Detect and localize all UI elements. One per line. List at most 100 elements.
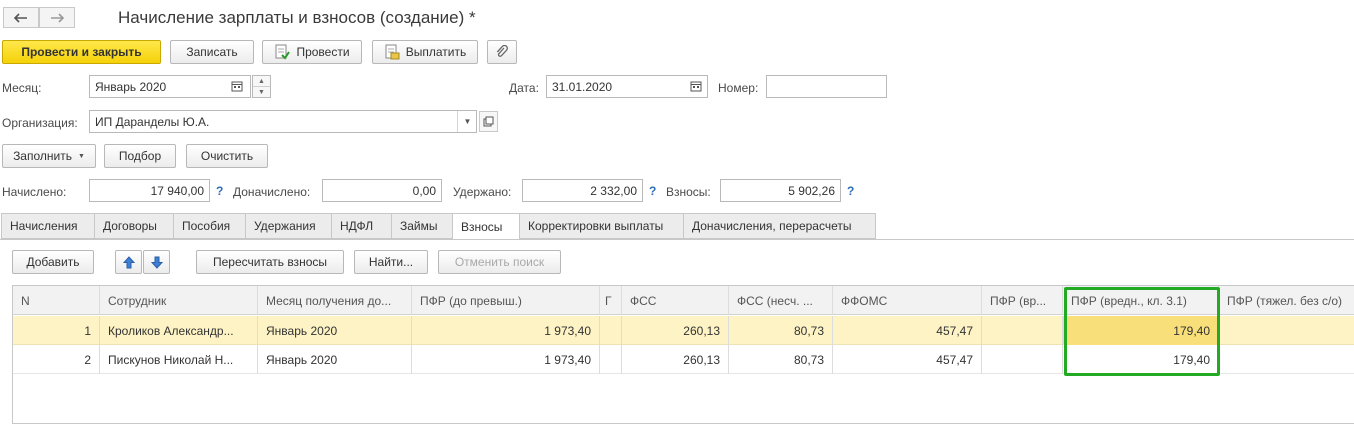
withheld-field: 2 332,00: [522, 179, 643, 202]
additional-value: 0,00: [412, 183, 436, 198]
number-label: Номер:: [718, 81, 759, 95]
ffoms-cell[interactable]: 457,47: [833, 345, 982, 374]
attach-button[interactable]: [487, 40, 517, 64]
month-cell[interactable]: Январь 2020: [258, 345, 412, 374]
table-row[interactable]: 2 Пискунов Николай Н... Январь 2020 1 97…: [13, 345, 1354, 374]
month-cell[interactable]: Январь 2020: [258, 316, 412, 345]
column-header[interactable]: ФФОМС: [833, 286, 982, 315]
find-button[interactable]: Найти...: [354, 250, 428, 274]
open-link-icon: [483, 116, 494, 127]
pfr-harmful-cell[interactable]: 179,40: [1063, 316, 1219, 345]
withheld-help-icon[interactable]: ?: [649, 184, 656, 198]
organization-dropdown-icon[interactable]: ▼: [457, 111, 477, 132]
arrow-right-icon: [51, 12, 64, 23]
arrow-down-icon: [150, 256, 163, 269]
fill-button[interactable]: Заполнить ▼: [2, 144, 96, 168]
month-calendar-icon[interactable]: [231, 80, 245, 93]
employee-cell[interactable]: Пискунов Николай Н...: [100, 345, 258, 374]
month-field[interactable]: Январь 2020: [89, 75, 251, 98]
pfr-heavy-cell[interactable]: [1219, 316, 1354, 345]
select-label: Подбор: [118, 149, 162, 163]
pfr-cell[interactable]: 1 973,40: [412, 345, 600, 374]
table-header: N Сотрудник Месяц получения до... ПФР (д…: [13, 286, 1354, 315]
g-cell[interactable]: [600, 316, 622, 345]
pfr-temp-cell[interactable]: [982, 316, 1063, 345]
fss-accident-cell[interactable]: 80,73: [729, 316, 833, 345]
row-number[interactable]: 1: [13, 316, 100, 345]
open-organization-button[interactable]: [479, 111, 498, 132]
tab-deductions[interactable]: Удержания: [245, 213, 331, 239]
accrued-help-icon[interactable]: ?: [216, 184, 223, 198]
date-label: Дата:: [509, 81, 539, 95]
recalculate-contributions-button[interactable]: Пересчитать взносы: [196, 250, 344, 274]
forward-button[interactable]: [39, 7, 75, 28]
pfr-harmful-cell[interactable]: 179,40: [1063, 345, 1219, 374]
post-doc-icon: [275, 44, 291, 60]
tab-contributions[interactable]: Взносы: [452, 213, 519, 240]
employee-cell[interactable]: Кроликов Александр...: [100, 316, 258, 345]
ffoms-cell[interactable]: 457,47: [833, 316, 982, 345]
tab-ndfl[interactable]: НДФЛ: [331, 213, 391, 239]
find-label: Найти...: [368, 255, 414, 269]
back-button[interactable]: [3, 7, 39, 28]
organization-value: ИП Даранделы Ю.А.: [95, 114, 210, 129]
save-button[interactable]: Записать: [170, 40, 254, 64]
post-button[interactable]: Провести: [262, 40, 362, 64]
cancel-search-label: Отменить поиск: [454, 255, 545, 269]
column-header[interactable]: Сотрудник: [100, 286, 258, 315]
month-stepper[interactable]: ▲ ▼: [252, 75, 271, 98]
pfr-heavy-cell[interactable]: [1219, 345, 1354, 374]
move-up-button[interactable]: [115, 250, 142, 274]
fss-cell[interactable]: 260,13: [622, 345, 729, 374]
contributions-field: 5 902,26: [720, 179, 841, 202]
add-button[interactable]: Добавить: [12, 250, 94, 274]
clear-button[interactable]: Очистить: [186, 144, 268, 168]
column-header[interactable]: ФСС (несч. ...: [729, 286, 833, 315]
tab-benefits[interactable]: Пособия: [173, 213, 245, 239]
column-header[interactable]: ПФР (вр...: [982, 286, 1063, 315]
stepper-up-icon[interactable]: ▲: [253, 76, 270, 87]
tab-payment-corrections[interactable]: Корректировки выплаты: [519, 213, 683, 239]
post-and-close-button[interactable]: Провести и закрыть: [2, 40, 161, 64]
pay-button[interactable]: Выплатить: [372, 40, 478, 64]
pay-doc-icon: [385, 44, 400, 60]
number-field[interactable]: [766, 75, 887, 98]
table-row[interactable]: 1 Кроликов Александр... Январь 2020 1 97…: [13, 316, 1354, 345]
clear-label: Очистить: [200, 149, 254, 163]
column-header[interactable]: Месяц получения до...: [258, 286, 412, 315]
column-header[interactable]: Г: [600, 286, 622, 315]
column-header[interactable]: ПФР (до превыш.): [412, 286, 600, 315]
date-calendar-icon[interactable]: [690, 80, 704, 93]
post-label: Провести: [296, 45, 350, 59]
tab-recalculations[interactable]: Доначисления, перерасчеты: [683, 213, 876, 239]
arrow-left-icon: [14, 12, 27, 23]
date-field[interactable]: 31.01.2020: [546, 75, 708, 98]
contributions-help-icon[interactable]: ?: [847, 184, 854, 198]
tab-loans[interactable]: Займы: [391, 213, 452, 239]
fss-cell[interactable]: 260,13: [622, 316, 729, 345]
contributions-table: N Сотрудник Месяц получения до... ПФР (д…: [12, 285, 1354, 424]
tab-contracts[interactable]: Договоры: [94, 213, 173, 239]
chevron-down-icon: ▼: [77, 152, 85, 160]
cancel-search-button[interactable]: Отменить поиск: [438, 250, 561, 274]
select-button[interactable]: Подбор: [104, 144, 176, 168]
column-header[interactable]: ФСС: [622, 286, 729, 315]
g-cell[interactable]: [600, 345, 622, 374]
pay-label: Выплатить: [405, 45, 467, 59]
month-value: Январь 2020: [95, 79, 167, 94]
row-number[interactable]: 2: [13, 345, 100, 374]
fss-accident-cell[interactable]: 80,73: [729, 345, 833, 374]
pfr-temp-cell[interactable]: [982, 345, 1063, 374]
move-down-button[interactable]: [143, 250, 170, 274]
withheld-label: Удержано:: [453, 185, 512, 199]
organization-field[interactable]: ИП Даранделы Ю.А.: [89, 110, 477, 133]
fill-label: Заполнить: [13, 149, 72, 163]
arrow-up-icon: [122, 255, 135, 268]
column-header[interactable]: ПФР (тяжел. без с/о): [1219, 286, 1354, 315]
tab-accruals[interactable]: Начисления: [1, 213, 94, 239]
column-header[interactable]: ПФР (вредн., кл. 3.1): [1063, 286, 1219, 315]
column-header[interactable]: N: [13, 286, 100, 315]
additional-label: Доначислено:: [233, 185, 311, 199]
pfr-cell[interactable]: 1 973,40: [412, 316, 600, 345]
stepper-down-icon[interactable]: ▼: [253, 87, 270, 98]
